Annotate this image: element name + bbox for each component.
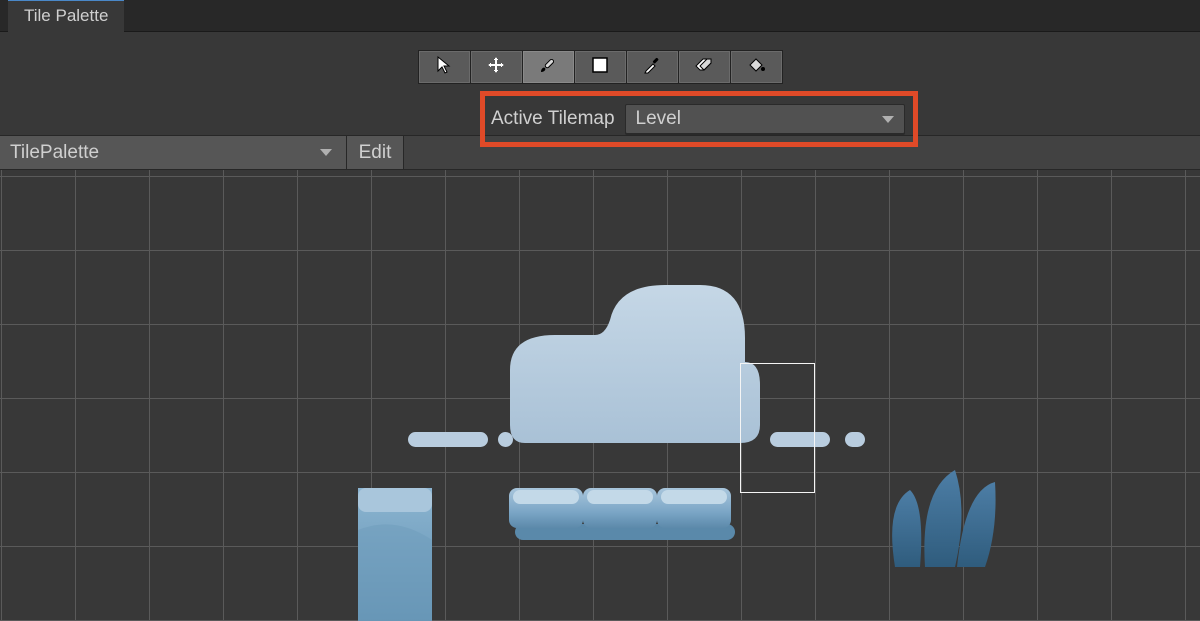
bucket-icon	[746, 55, 766, 80]
edit-button[interactable]: Edit	[347, 136, 404, 169]
chevron-down-icon	[320, 149, 332, 156]
active-tilemap-label: Active Tilemap	[485, 108, 615, 130]
active-tilemap-dropdown[interactable]: Level	[625, 104, 905, 134]
tool-row	[0, 50, 1200, 84]
palette-dropdown[interactable]: TilePalette	[0, 136, 347, 169]
erase-tool-button[interactable]	[678, 50, 730, 84]
tab-label: Tile Palette	[24, 6, 108, 26]
tab-strip: Tile Palette	[0, 0, 1200, 32]
fill-tool-button[interactable]	[730, 50, 783, 84]
eraser-icon	[694, 55, 714, 80]
tool-area: Active Tilemap Level	[0, 32, 1200, 135]
active-tilemap-value: Level	[636, 108, 681, 130]
palette-value: TilePalette	[10, 142, 99, 164]
tile-selection-box	[740, 363, 815, 493]
move-icon	[486, 55, 506, 80]
cursor-icon	[434, 55, 454, 80]
select-tool-button[interactable]	[418, 50, 470, 84]
tile-canvas[interactable]	[0, 170, 1200, 621]
edit-label: Edit	[359, 142, 392, 164]
tile-artwork	[0, 170, 1200, 621]
chevron-down-icon	[882, 116, 894, 123]
square-icon	[590, 55, 610, 80]
eyedropper-icon	[642, 55, 662, 80]
picker-tool-button[interactable]	[626, 50, 678, 84]
brush-icon	[538, 55, 558, 80]
paint-tool-button[interactable]	[522, 50, 574, 84]
active-tilemap-highlight: Active Tilemap Level	[480, 91, 918, 147]
tab-tile-palette[interactable]: Tile Palette	[8, 0, 124, 31]
box-tool-button[interactable]	[574, 50, 626, 84]
move-tool-button[interactable]	[470, 50, 522, 84]
